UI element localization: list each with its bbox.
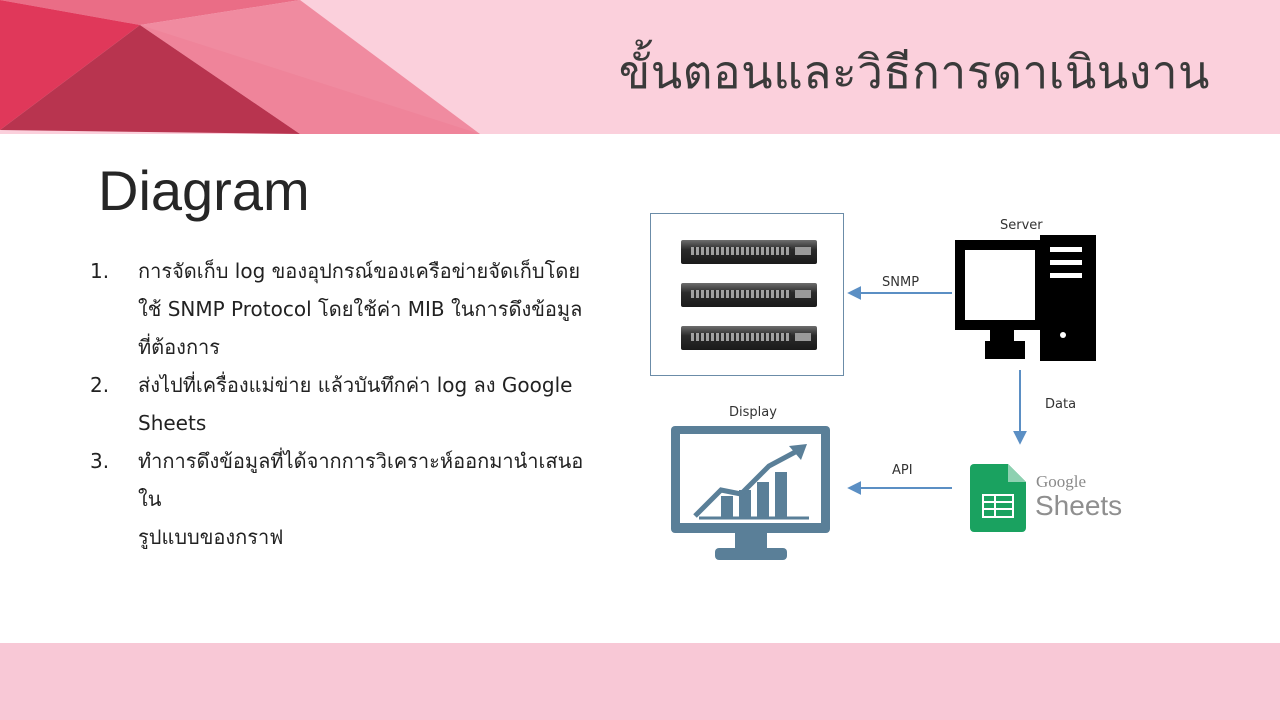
data-label: Data: [1045, 397, 1077, 412]
monitor-chart-icon: [671, 426, 830, 560]
google-logo-text: Google: [1036, 472, 1087, 491]
snmp-label: SNMP: [882, 275, 920, 290]
sheets-logo-text: Sheets: [1035, 490, 1123, 521]
diagram-arrows: [847, 286, 1027, 495]
api-label: API: [892, 463, 913, 478]
google-sheets-icon: [970, 464, 1026, 532]
display-label: Display: [729, 405, 777, 420]
